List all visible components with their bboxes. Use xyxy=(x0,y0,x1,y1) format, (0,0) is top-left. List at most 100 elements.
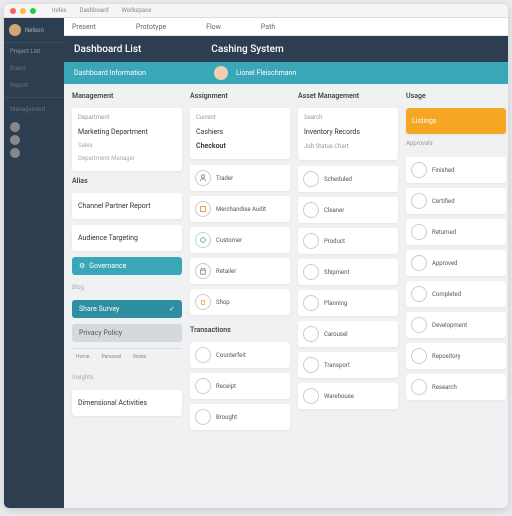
card-row: Channel Partner Report xyxy=(78,199,176,213)
main: Present Prototype Flow Path Dashboard Li… xyxy=(64,18,508,508)
section-title: Alias xyxy=(72,177,182,185)
mini-avatar[interactable] xyxy=(10,148,20,158)
footer-link[interactable]: Personal xyxy=(97,353,125,361)
footer-links: Home Personal Notes xyxy=(72,348,182,365)
card-alias[interactable]: Channel Partner Report xyxy=(72,193,182,219)
card-header: Search xyxy=(304,114,392,121)
tile[interactable]: Transport xyxy=(298,352,398,378)
card-row[interactable]: Inventory Records xyxy=(304,125,392,139)
clock-icon xyxy=(303,171,319,187)
toolbar: Present Prototype Flow Path xyxy=(64,18,508,36)
card-row[interactable]: Cashiers xyxy=(196,125,284,139)
bag-icon xyxy=(195,294,211,310)
tile[interactable]: Repository xyxy=(406,343,506,369)
section-title: Assignment xyxy=(190,92,290,100)
governance-button[interactable]: ⚙ Governance xyxy=(72,257,182,275)
tile[interactable]: Returned xyxy=(406,219,506,245)
privacy-button[interactable]: Privacy Policy xyxy=(72,324,182,342)
tab-3[interactable]: Workspace xyxy=(118,6,156,15)
sidebar-item-project[interactable]: Project List xyxy=(4,43,64,60)
close-icon[interactable] xyxy=(10,8,16,14)
tile[interactable]: Scheduled xyxy=(298,166,398,192)
toolbar-prototype[interactable]: Prototype xyxy=(136,23,166,31)
tile[interactable]: Carousel xyxy=(298,321,398,347)
tile[interactable]: Research xyxy=(406,374,506,400)
card-insights[interactable]: Dimensional Activities xyxy=(72,390,182,416)
tile[interactable]: Product xyxy=(298,228,398,254)
footer-link[interactable]: Home xyxy=(72,353,93,361)
tile[interactable]: Finished xyxy=(406,157,506,183)
tile[interactable]: Shipment xyxy=(298,259,398,285)
card-row: Department Manager xyxy=(78,152,176,165)
sidebar-mini-users xyxy=(4,118,64,162)
tile-list: Scheduled Cleaner Product Shipment Plann… xyxy=(298,166,398,414)
tile-list: Counterfeit Receipt Brought xyxy=(190,342,290,435)
tile[interactable]: Completed xyxy=(406,281,506,307)
avatar xyxy=(9,24,21,36)
cert-icon xyxy=(411,193,427,209)
sidebar: Nelson Project List Board Report Managem… xyxy=(4,18,64,508)
tab-1[interactable]: Index xyxy=(48,6,71,15)
card-row: Dimensional Activities xyxy=(78,396,176,410)
tile[interactable]: Planning xyxy=(298,290,398,316)
mini-avatar[interactable] xyxy=(10,122,20,132)
card-row: Sales xyxy=(78,139,176,152)
avatar[interactable] xyxy=(214,66,228,80)
app-window: Index Dashboard Workspace Nelson Project… xyxy=(4,4,508,508)
repo-icon xyxy=(411,348,427,364)
section-title: Management xyxy=(72,92,182,100)
tile[interactable]: Receipt xyxy=(190,373,290,399)
tile[interactable]: Retailer xyxy=(190,258,290,284)
titlebar: Index Dashboard Workspace xyxy=(4,4,508,18)
tile[interactable]: Approved xyxy=(406,250,506,276)
col-usage: Usage Listings Approvals Finished Certif… xyxy=(406,92,506,500)
tile[interactable]: Merchandise Audit xyxy=(190,196,290,222)
card-alias2[interactable]: Audience Targeting xyxy=(72,225,182,251)
tile[interactable]: Warehouse xyxy=(298,383,398,409)
card-row: Listings xyxy=(412,114,500,128)
sidebar-user[interactable]: Nelson xyxy=(4,18,64,43)
check-icon xyxy=(411,162,427,178)
tile[interactable]: Counterfeit xyxy=(190,342,290,368)
username: Nelson xyxy=(25,27,44,34)
label-blog: Blog xyxy=(72,281,182,294)
card-row[interactable]: Checkout xyxy=(196,139,284,153)
footer-link[interactable]: Notes xyxy=(129,353,150,361)
card-header: Approvals xyxy=(406,140,506,147)
dev-icon xyxy=(411,317,427,333)
toolbar-present[interactable]: Present xyxy=(72,23,96,31)
check-icon: ✓ xyxy=(169,305,175,313)
toolbar-flow[interactable]: Flow xyxy=(206,23,221,31)
tile[interactable]: Certified xyxy=(406,188,506,214)
col-assignment: Assignment Current Cashiers Checkout Tra… xyxy=(190,92,290,500)
tile[interactable]: Brought xyxy=(190,404,290,430)
card-header: Current xyxy=(196,114,284,121)
tile-list: Trader Merchandise Audit Customer Retail… xyxy=(190,165,290,320)
share-button[interactable]: Share Survey ✓ xyxy=(72,300,182,318)
section-title: Asset Management xyxy=(298,92,398,100)
subhead-label: Dashboard Information xyxy=(74,69,146,77)
sidebar-item-report[interactable]: Report xyxy=(4,77,64,94)
subhead-user: Lionel Fleischmann xyxy=(236,69,296,77)
tab-2[interactable]: Dashboard xyxy=(76,6,113,15)
card-department[interactable]: Department Marketing Department Sales De… xyxy=(72,108,182,171)
tile[interactable]: Cleaner xyxy=(298,197,398,223)
card-header: Department xyxy=(78,114,176,121)
store-icon xyxy=(195,263,211,279)
card-search: Search Inventory Records Job Status Char… xyxy=(298,108,398,160)
card-listings[interactable]: Listings xyxy=(406,108,506,134)
tile[interactable]: Customer xyxy=(190,227,290,253)
maximize-icon[interactable] xyxy=(30,8,36,14)
browser-tabs: Index Dashboard Workspace xyxy=(48,6,155,15)
research-icon xyxy=(411,379,427,395)
tile[interactable]: Shop xyxy=(190,289,290,315)
sidebar-item-board[interactable]: Board xyxy=(4,60,64,77)
minimize-icon[interactable] xyxy=(20,8,26,14)
tile[interactable]: Trader xyxy=(190,165,290,191)
mini-avatar[interactable] xyxy=(10,135,20,145)
plan-icon xyxy=(303,295,319,311)
page-subtitle: Cashing System xyxy=(211,44,283,55)
tile[interactable]: Development xyxy=(406,312,506,338)
toolbar-path[interactable]: Path xyxy=(261,23,275,31)
col-management: Management Department Marketing Departme… xyxy=(72,92,182,500)
